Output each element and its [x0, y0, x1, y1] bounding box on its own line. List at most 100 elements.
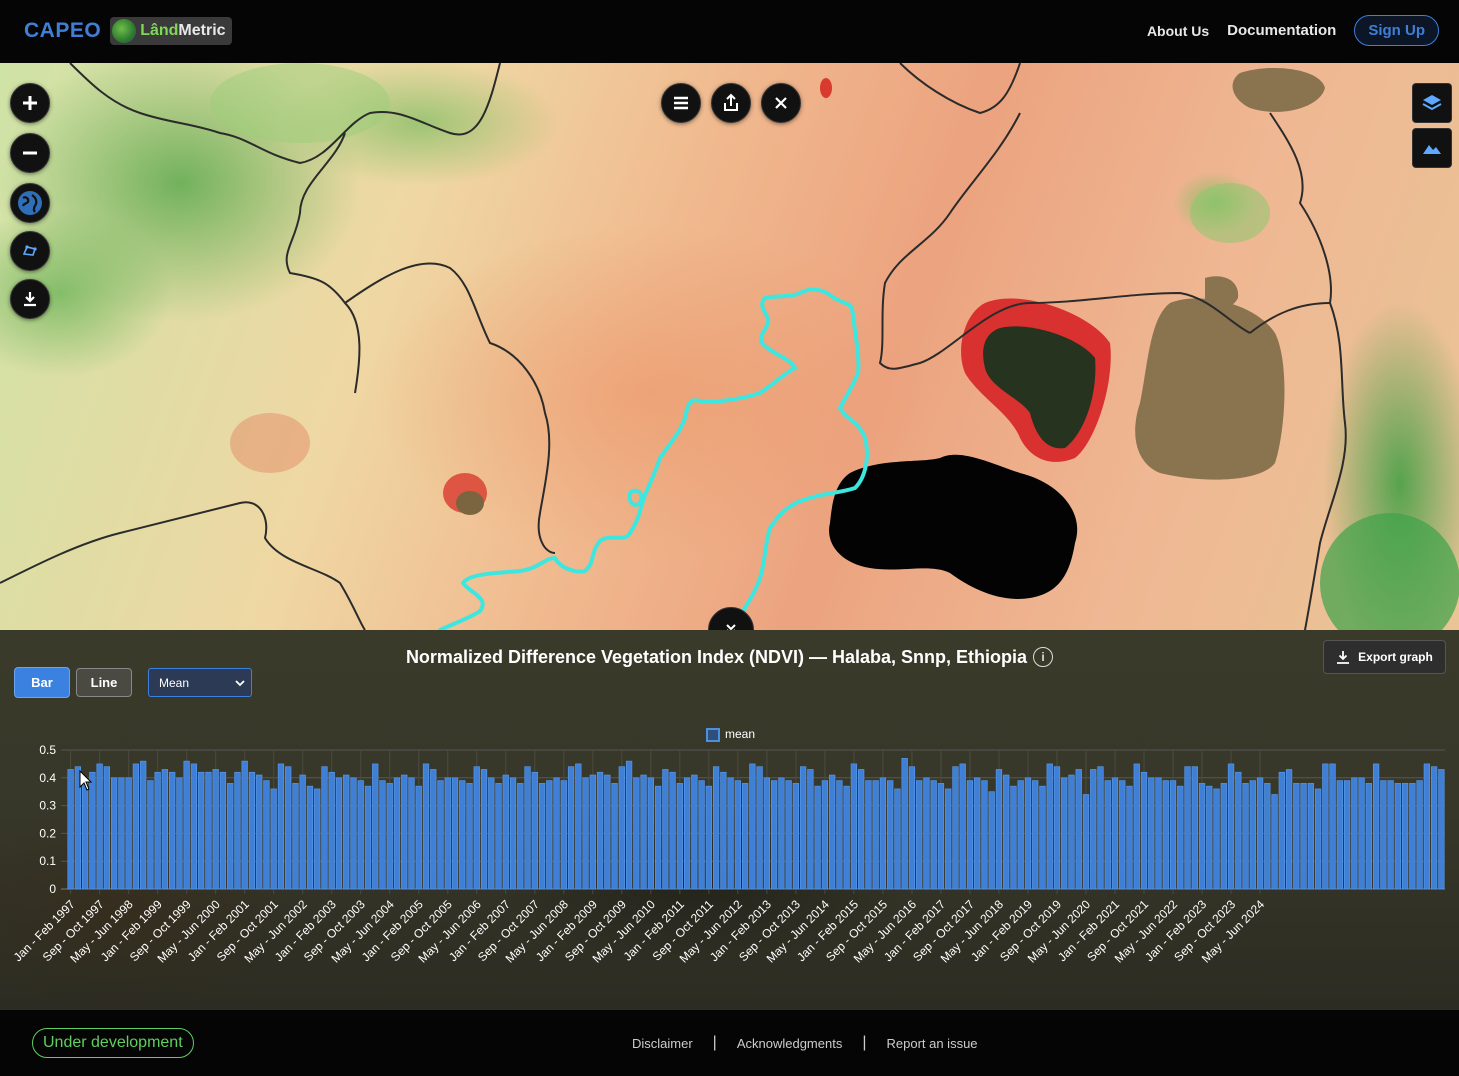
bar[interactable]: [858, 769, 865, 890]
bar[interactable]: [683, 777, 691, 890]
bar-chart-toggle[interactable]: Bar: [14, 667, 70, 698]
bar[interactable]: [1314, 788, 1322, 890]
bar[interactable]: [1053, 766, 1061, 890]
bar[interactable]: [1322, 763, 1329, 890]
bar[interactable]: [930, 780, 937, 890]
share-button[interactable]: [711, 83, 751, 123]
bar[interactable]: [154, 771, 161, 890]
bar[interactable]: [611, 783, 618, 890]
layers-button[interactable]: [1412, 83, 1452, 123]
bar[interactable]: [582, 777, 589, 890]
bar[interactable]: [147, 780, 154, 890]
bar[interactable]: [205, 771, 212, 890]
bar[interactable]: [125, 777, 132, 890]
bar[interactable]: [524, 766, 531, 890]
bar[interactable]: [778, 777, 785, 890]
bar[interactable]: [82, 780, 89, 890]
bar[interactable]: [299, 774, 306, 890]
bar[interactable]: [1206, 785, 1213, 890]
bar[interactable]: [1387, 780, 1394, 890]
bar[interactable]: [741, 783, 749, 890]
bar[interactable]: [800, 766, 807, 890]
bar[interactable]: [887, 780, 894, 890]
bar[interactable]: [1082, 794, 1090, 890]
bar[interactable]: [1140, 771, 1148, 890]
terrain-button[interactable]: [1412, 128, 1452, 168]
zoom-out-button[interactable]: [10, 133, 50, 173]
bar[interactable]: [705, 785, 712, 890]
bar[interactable]: [190, 763, 198, 890]
bar[interactable]: [321, 766, 328, 890]
bar[interactable]: [1061, 777, 1068, 890]
bar[interactable]: [1068, 774, 1075, 890]
bar[interactable]: [1307, 783, 1314, 890]
bar[interactable]: [335, 777, 343, 890]
bar[interactable]: [386, 783, 393, 890]
bar[interactable]: [814, 785, 821, 890]
bar[interactable]: [1351, 777, 1358, 890]
bar[interactable]: [1104, 780, 1111, 890]
bar[interactable]: [734, 780, 741, 890]
bar[interactable]: [256, 774, 263, 890]
bar[interactable]: [364, 785, 372, 890]
report-issue-link[interactable]: Report an issue: [886, 1036, 977, 1051]
bar[interactable]: [872, 780, 879, 890]
bar[interactable]: [647, 777, 654, 890]
bar[interactable]: [212, 769, 219, 890]
bar[interactable]: [937, 783, 945, 890]
disclaimer-link[interactable]: Disclaimer: [632, 1036, 693, 1051]
bar[interactable]: [430, 769, 437, 890]
line-chart-toggle[interactable]: Line: [76, 668, 132, 697]
bar[interactable]: [1365, 783, 1372, 890]
bar[interactable]: [1242, 783, 1249, 890]
bar[interactable]: [495, 783, 502, 890]
bar[interactable]: [756, 766, 763, 890]
bar[interactable]: [343, 774, 350, 890]
bar[interactable]: [422, 763, 430, 890]
bar[interactable]: [176, 777, 183, 890]
info-icon[interactable]: i: [1033, 647, 1054, 667]
draw-area-button[interactable]: [10, 231, 50, 271]
bar[interactable]: [234, 771, 241, 890]
bar[interactable]: [1097, 766, 1104, 890]
bar[interactable]: [401, 774, 408, 890]
bar[interactable]: [1293, 783, 1300, 890]
bar[interactable]: [1256, 777, 1264, 890]
zoom-in-button[interactable]: [10, 83, 50, 123]
bar[interactable]: [553, 777, 560, 890]
bar[interactable]: [676, 783, 683, 890]
bar[interactable]: [1046, 763, 1053, 890]
bar[interactable]: [111, 777, 118, 890]
bar[interactable]: [1416, 780, 1423, 890]
bar[interactable]: [1235, 771, 1242, 890]
bar[interactable]: [901, 758, 908, 890]
sign-up-button[interactable]: Sign Up: [1354, 15, 1439, 46]
bar[interactable]: [916, 780, 923, 890]
bar[interactable]: [1329, 763, 1336, 890]
bar[interactable]: [437, 780, 444, 890]
bar[interactable]: [1003, 774, 1010, 890]
bar[interactable]: [1169, 780, 1177, 890]
bar[interactable]: [1119, 780, 1126, 890]
bar[interactable]: [1336, 780, 1343, 890]
bar[interactable]: [219, 771, 227, 890]
bar[interactable]: [836, 780, 843, 890]
bar[interactable]: [277, 763, 285, 890]
bar[interactable]: [821, 780, 829, 890]
close-button[interactable]: [761, 83, 801, 123]
bar[interactable]: [843, 785, 850, 890]
bar[interactable]: [1394, 783, 1401, 890]
bar[interactable]: [473, 766, 480, 890]
bar[interactable]: [292, 783, 299, 890]
bar[interactable]: [698, 780, 705, 890]
bar[interactable]: [995, 769, 1003, 890]
bar[interactable]: [879, 777, 887, 890]
bar[interactable]: [1155, 777, 1162, 890]
bar[interactable]: [488, 777, 495, 890]
nav-documentation[interactable]: Documentation: [1227, 22, 1336, 39]
menu-button[interactable]: [661, 83, 701, 123]
brand-name[interactable]: CAPEO: [24, 19, 101, 43]
bar[interactable]: [952, 766, 959, 890]
bar[interactable]: [575, 763, 582, 890]
bar[interactable]: [1111, 777, 1119, 890]
